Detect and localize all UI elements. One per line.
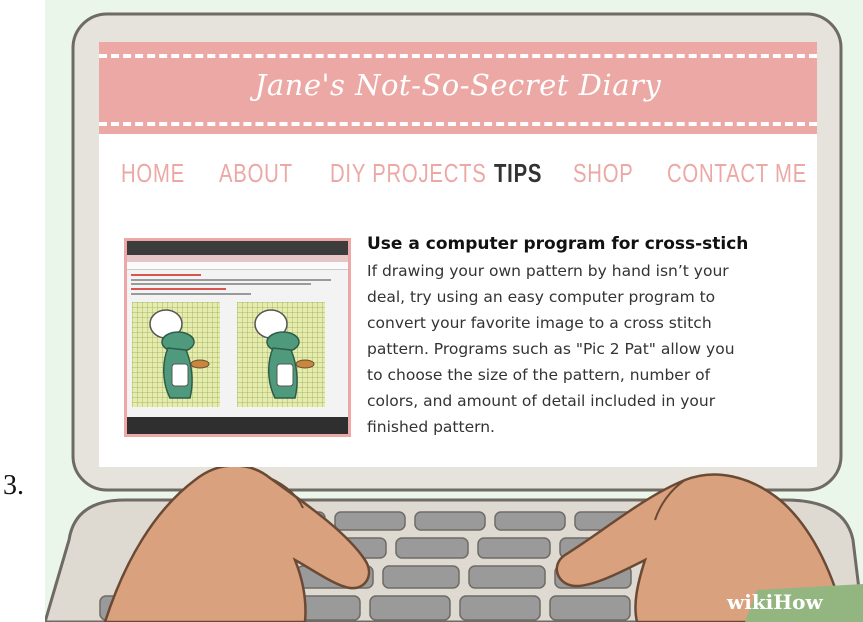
- tip-body-line: convert your favorite image to a cross s…: [367, 314, 712, 332]
- tip-title: Use a computer program for cross-stich: [367, 234, 749, 254]
- tip-body-line: finished pattern.: [367, 418, 495, 436]
- brand-prefix: wiki: [727, 590, 774, 614]
- thumbnail-addressbar: [127, 262, 348, 270]
- thumbnail-text-line: [131, 274, 201, 276]
- dinosaur-chef-image: [132, 302, 220, 407]
- thumbnail-text-line: [131, 283, 311, 285]
- tip-body-line: If drawing your own pattern by hand isn’…: [367, 262, 729, 280]
- dinosaur-pattern-icon: [254, 309, 315, 399]
- thumbnail-text-line: [131, 279, 331, 281]
- tip-body-line: pattern. Programs such as "Pic 2 Pat" al…: [367, 340, 735, 358]
- thumbnail-titlebar: [127, 241, 348, 255]
- site-title: Jane's Not-So-Secret Diary: [254, 68, 662, 102]
- nav-about[interactable]: ABOUT: [219, 158, 293, 189]
- stitch-line: [99, 122, 817, 126]
- nav-contact-me[interactable]: CONTACT ME: [667, 158, 807, 189]
- nav-home[interactable]: HOME: [121, 158, 185, 189]
- tip-body-line: to choose the size of the pattern, numbe…: [367, 366, 711, 384]
- brand-suffix: How: [773, 590, 823, 614]
- site-nav: HOME ABOUT DIY PROJECTS TIPS SHOP CONTAC…: [99, 148, 817, 198]
- thumbnail-text-line: [131, 288, 226, 290]
- dinosaur-icon: [149, 309, 210, 399]
- nav-tips[interactable]: TIPS: [494, 158, 542, 189]
- screenshot-thumbnail: [124, 238, 351, 437]
- page: 3. Jane's Not-So-Secret Diary HOME ABOUT…: [0, 0, 863, 622]
- dinosaur-chef-pattern: [237, 302, 325, 407]
- site-header: Jane's Not-So-Secret Diary: [99, 42, 817, 134]
- tip-body-line: colors, and amount of detail included in…: [367, 392, 716, 410]
- tip-body: If drawing your own pattern by hand isn’…: [367, 258, 807, 440]
- nav-diy-projects[interactable]: DIY PROJECTS: [330, 158, 487, 189]
- thumbnail-tabs: [127, 255, 348, 262]
- laptop-illustration: Jane's Not-So-Secret Diary HOME ABOUT DI…: [45, 0, 863, 622]
- step-number: 3.: [3, 470, 24, 501]
- website-screen: Jane's Not-So-Secret Diary HOME ABOUT DI…: [99, 42, 817, 467]
- thumbnail-text-line: [131, 293, 251, 295]
- tip-body-line: deal, try using an easy computer program…: [367, 288, 716, 306]
- nav-shop[interactable]: SHOP: [573, 158, 634, 189]
- brand-logo: wikiHow: [727, 590, 823, 614]
- stitch-line: [99, 54, 817, 58]
- thumbnail-taskbar: [127, 417, 348, 434]
